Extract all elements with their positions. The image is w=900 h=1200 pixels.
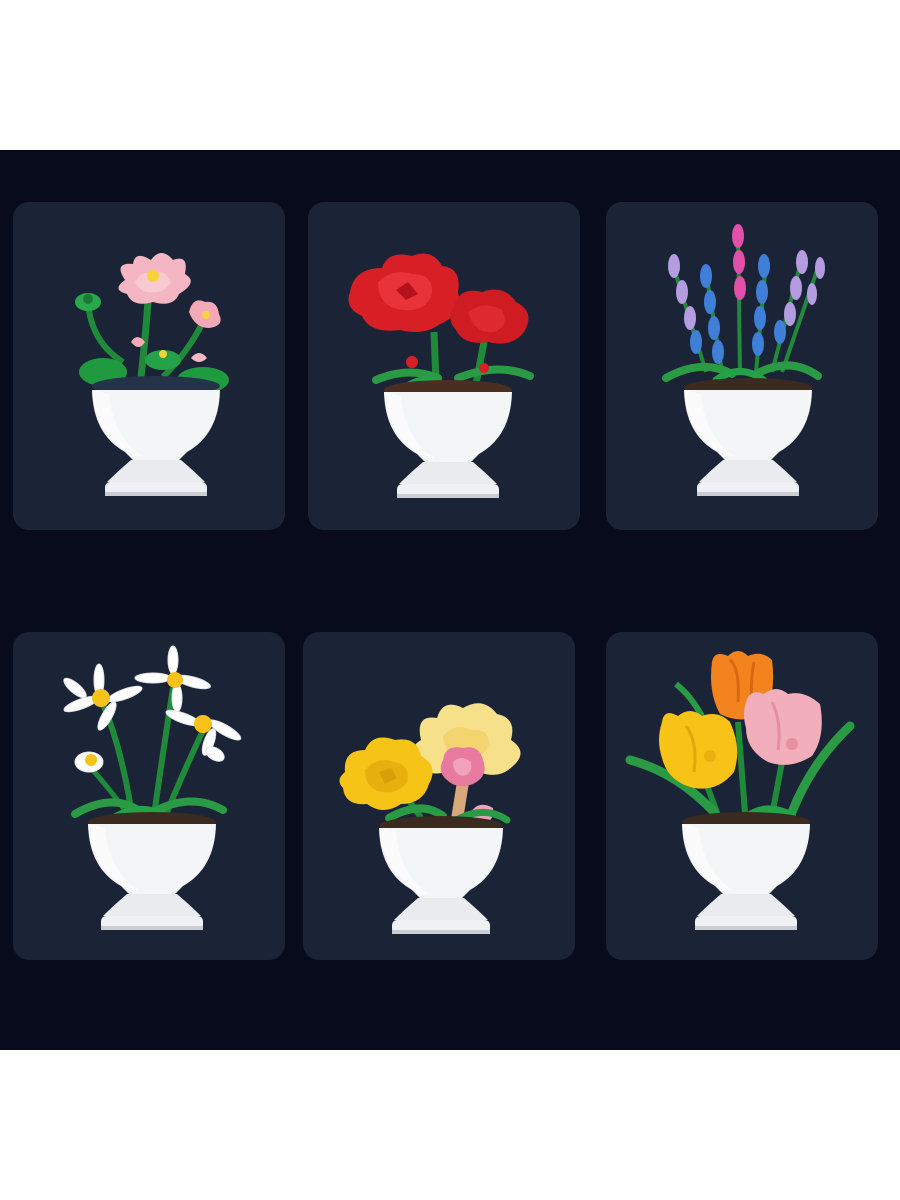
product-card-daisy[interactable]: [13, 632, 285, 960]
product-card-lotus[interactable]: [13, 202, 285, 530]
tulip-planter-image: [625, 651, 855, 930]
white-vase: [384, 380, 512, 498]
white-vase: [379, 816, 503, 934]
daisy-bud: [74, 751, 104, 773]
tulip-pink-bloom: [744, 689, 822, 765]
product-card-lavender[interactable]: [606, 202, 878, 530]
daisy-plant: [63, 645, 242, 824]
rose-bloom-large: [348, 253, 460, 332]
red-rose-plant: [348, 253, 534, 392]
rose-bloom-small: [450, 289, 529, 344]
lavender-plant: [662, 224, 825, 386]
lotus-planter-image: [75, 253, 229, 496]
lavender-spikes-pink: [732, 224, 746, 300]
red-rose-planter-image: [348, 253, 534, 498]
white-vase: [92, 376, 220, 496]
white-vase: [88, 812, 216, 930]
product-showcase: [0, 150, 900, 1050]
product-card-red-rose[interactable]: [308, 202, 580, 530]
ranunculus-pink-bloom: [440, 747, 485, 787]
lotus-plant: [75, 253, 229, 393]
daisy-bloom-2: [134, 645, 211, 713]
daisy-bloom-1: [63, 663, 143, 731]
white-vase: [682, 812, 810, 930]
product-card-ranunculus[interactable]: [303, 632, 575, 960]
ranunculus-planter-image: [339, 703, 521, 934]
tulip-plant: [625, 651, 855, 828]
lotus-bloom: [118, 253, 191, 304]
daisy-planter-image: [63, 645, 242, 930]
white-vase: [684, 378, 812, 496]
ranunculus-plant: [339, 703, 521, 834]
lavender-planter-image: [662, 224, 825, 496]
product-card-tulip[interactable]: [606, 632, 878, 960]
